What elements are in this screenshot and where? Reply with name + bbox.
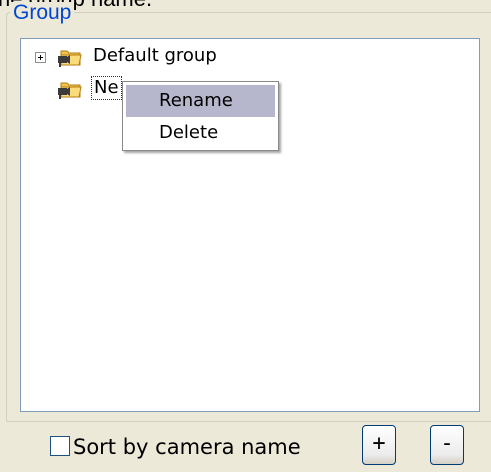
group-box-title: Group xyxy=(10,2,75,23)
context-menu: Rename Delete xyxy=(122,81,279,151)
sort-checkbox[interactable] xyxy=(50,436,70,456)
tree-node-label-selected[interactable]: Ne xyxy=(91,76,122,100)
menu-item-delete[interactable]: Delete xyxy=(126,117,275,149)
add-group-button[interactable]: + xyxy=(362,425,396,465)
tree-node-label: Default group xyxy=(93,45,217,66)
expand-plus-icon[interactable] xyxy=(35,52,46,63)
menu-item-rename[interactable]: Rename xyxy=(126,85,275,117)
camera-folder-icon xyxy=(58,82,82,99)
remove-group-button[interactable]: - xyxy=(430,425,464,465)
sort-checkbox-label[interactable]: Sort by camera name xyxy=(73,431,301,463)
camera-folder-icon xyxy=(58,50,82,67)
